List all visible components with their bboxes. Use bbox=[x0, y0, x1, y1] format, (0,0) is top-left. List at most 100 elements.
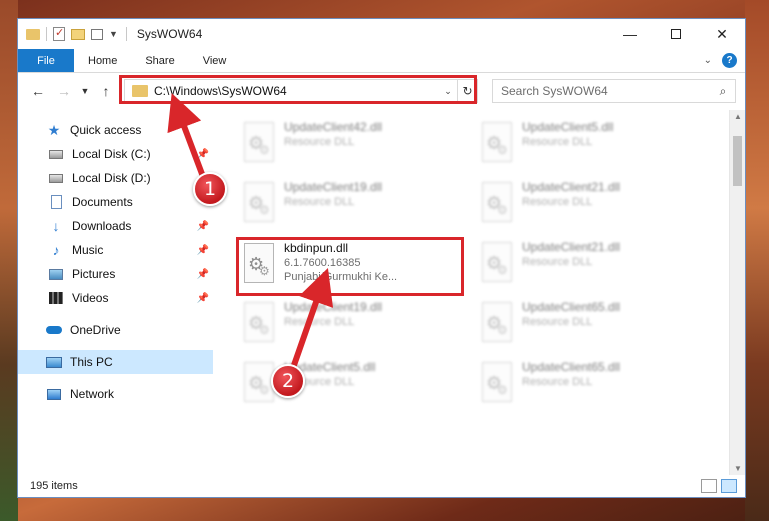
expand-ribbon-icon[interactable]: ⌄ bbox=[704, 55, 712, 66]
file-item[interactable]: ⚙ ⚙ UpdateClient21.dll Resource DLL bbox=[472, 236, 692, 296]
sidebar-item-network[interactable]: Network bbox=[18, 382, 213, 406]
file-name: UpdateClient42.dll bbox=[284, 120, 383, 134]
sidebar-item-local-disk-c[interactable]: Local Disk (C:) 📌 bbox=[18, 142, 213, 166]
new-folder-icon[interactable] bbox=[71, 28, 85, 40]
forward-button[interactable]: → bbox=[52, 79, 76, 103]
sidebar-item-pictures[interactable]: Pictures 📌 bbox=[18, 262, 213, 286]
tab-view[interactable]: View bbox=[189, 49, 241, 72]
music-icon: ♪ bbox=[52, 242, 60, 258]
file-description: Punjabi/Gurmukhi Ke... bbox=[284, 271, 398, 283]
title-separator bbox=[125, 27, 127, 41]
sidebar-item-quick-access[interactable]: ★ Quick access bbox=[18, 118, 213, 142]
file-item[interactable]: ⚙ ⚙ UpdateClient19.dll Resource DLL bbox=[234, 296, 454, 356]
tab-file[interactable]: File bbox=[18, 49, 74, 72]
help-icon[interactable]: ? bbox=[722, 53, 737, 68]
scrollbar-thumb[interactable] bbox=[733, 136, 742, 186]
minimize-button[interactable]: — bbox=[607, 19, 653, 49]
file-explorer-window: ▼ SysWOW64 — ✕ File Home Share View ⌄ ? … bbox=[17, 18, 746, 498]
sidebar-item-documents[interactable]: Documents bbox=[18, 190, 213, 214]
address-path[interactable]: C:\Windows\SysWOW64 bbox=[154, 84, 439, 98]
dll-file-icon: ⚙ ⚙ bbox=[480, 242, 516, 286]
file-item[interactable]: ⚙ ⚙ UpdateClient42.dll Resource DLL bbox=[234, 116, 454, 176]
file-item[interactable]: ⚙ ⚙ UpdateClient19.dll Resource DLL bbox=[234, 176, 454, 236]
step-2-badge: 2 bbox=[271, 364, 305, 398]
file-name: UpdateClient19.dll bbox=[284, 300, 383, 314]
up-button[interactable]: ↑ bbox=[94, 79, 118, 103]
details-view-icon[interactable] bbox=[701, 479, 717, 493]
customize-toolbar-icon[interactable] bbox=[91, 28, 103, 40]
vertical-scrollbar[interactable]: ▲ ▼ bbox=[729, 110, 745, 475]
this-pc-icon bbox=[46, 355, 62, 369]
sidebar-item-label: This PC bbox=[70, 355, 113, 369]
view-toggle bbox=[701, 479, 745, 493]
search-placeholder[interactable]: Search SysWOW64 bbox=[501, 84, 711, 98]
file-name: UpdateClient21.dll bbox=[522, 180, 621, 194]
drive-icon bbox=[48, 147, 64, 161]
close-button[interactable]: ✕ bbox=[699, 19, 745, 49]
file-item[interactable]: ⚙ ⚙ UpdateClient65.dll Resource DLL bbox=[472, 356, 692, 416]
file-name: UpdateClient65.dll bbox=[522, 300, 621, 314]
maximize-button[interactable] bbox=[653, 19, 699, 49]
file-name: UpdateClient65.dll bbox=[522, 360, 621, 374]
sidebar-item-local-disk-d[interactable]: Local Disk (D:) bbox=[18, 166, 213, 190]
large-icons-view-icon[interactable] bbox=[721, 479, 737, 493]
tab-share[interactable]: Share bbox=[131, 49, 188, 72]
pin-icon[interactable]: 📌 bbox=[197, 269, 209, 280]
network-icon bbox=[46, 387, 62, 401]
file-item[interactable]: ⚙ ⚙ UpdateClient65.dll Resource DLL bbox=[472, 296, 692, 356]
dll-file-icon: ⚙ ⚙ bbox=[480, 362, 516, 406]
sidebar-item-downloads[interactable]: ↓ Downloads 📌 bbox=[18, 214, 213, 238]
file-item[interactable]: ⚙ ⚙ UpdateClient5.dll Resource DLL bbox=[472, 116, 692, 176]
properties-icon[interactable] bbox=[53, 26, 65, 41]
navigation-bar: ← → ▼ ↑ C:\Windows\SysWOW64 ⌄ ↻ Search S… bbox=[18, 73, 745, 109]
address-bar[interactable]: C:\Windows\SysWOW64 ⌄ ↻ bbox=[119, 75, 478, 104]
sidebar-item-onedrive[interactable]: OneDrive bbox=[18, 318, 213, 342]
search-box[interactable]: Search SysWOW64 ⌕ bbox=[492, 79, 736, 103]
file-item[interactable]: ⚙ ⚙ UpdateClient5.dll Resource DLL bbox=[234, 356, 454, 416]
sidebar-item-music[interactable]: ♪ Music 📌 bbox=[18, 238, 213, 262]
file-name: UpdateClient5.dll bbox=[522, 120, 614, 134]
recent-locations-button[interactable]: ▼ bbox=[78, 79, 92, 103]
pin-icon[interactable]: 📌 bbox=[197, 293, 209, 304]
file-type: Resource DLL bbox=[522, 256, 593, 268]
videos-icon bbox=[48, 291, 64, 305]
sidebar-item-label: Music bbox=[72, 243, 104, 257]
scroll-down-icon[interactable]: ▼ bbox=[730, 464, 746, 473]
sidebar-item-label: Documents bbox=[72, 195, 133, 209]
back-arrow-icon: ← bbox=[31, 83, 45, 99]
ribbon-right-controls: ⌄ ? bbox=[704, 49, 745, 72]
status-bar: 195 items bbox=[18, 475, 745, 497]
up-arrow-icon: ↑ bbox=[102, 83, 110, 99]
address-dropdown-icon[interactable]: ⌄ bbox=[439, 86, 457, 97]
scroll-up-icon[interactable]: ▲ bbox=[730, 112, 746, 121]
file-type: Resource DLL bbox=[284, 136, 355, 148]
file-name: UpdateClient21.dll bbox=[522, 240, 621, 254]
search-icon[interactable]: ⌕ bbox=[711, 84, 735, 99]
pin-icon[interactable]: 📌 bbox=[197, 221, 209, 232]
pin-icon[interactable]: 📌 bbox=[197, 245, 209, 256]
sidebar-item-label: Local Disk (C:) bbox=[72, 147, 151, 161]
onedrive-icon bbox=[46, 323, 62, 337]
chevron-down-icon: ▼ bbox=[80, 86, 90, 96]
file-list: ⚙ ⚙ UpdateClient42.dll Resource DLL ⚙ ⚙ Upd… bbox=[214, 110, 729, 475]
sidebar-item-label: Pictures bbox=[72, 267, 116, 281]
sidebar-item-this-pc[interactable]: This PC bbox=[18, 350, 213, 374]
dll-file-icon: ⚙ ⚙ bbox=[480, 302, 516, 346]
back-button[interactable]: ← bbox=[26, 79, 50, 103]
file-type: Resource DLL bbox=[522, 136, 593, 148]
ribbon-tabs: File Home Share View ⌄ ? bbox=[18, 49, 745, 73]
item-count: 195 items bbox=[30, 480, 78, 492]
file-version: 6.1.7600.16385 bbox=[284, 257, 361, 269]
pin-icon[interactable]: 📌 bbox=[197, 149, 209, 160]
file-item[interactable]: ⚙ ⚙ UpdateClient21.dll Resource DLL bbox=[472, 176, 692, 236]
sidebar-item-label: Quick access bbox=[70, 123, 142, 137]
qat-dropdown-icon[interactable]: ▼ bbox=[109, 29, 118, 39]
dll-file-icon: ⚙ ⚙ bbox=[242, 243, 278, 287]
sidebar-item-videos[interactable]: Videos 📌 bbox=[18, 286, 213, 310]
sidebar-item-label: Videos bbox=[72, 291, 109, 305]
downloads-icon: ↓ bbox=[52, 218, 60, 234]
tab-home[interactable]: Home bbox=[74, 49, 131, 72]
refresh-button[interactable]: ↻ bbox=[457, 80, 477, 102]
file-item-kbdinpun[interactable]: ⚙ ⚙ kbdinpun.dll 6.1.7600.16385 Punjabi/Gur… bbox=[234, 237, 454, 297]
title-bar: ▼ SysWOW64 — ✕ bbox=[18, 19, 745, 49]
